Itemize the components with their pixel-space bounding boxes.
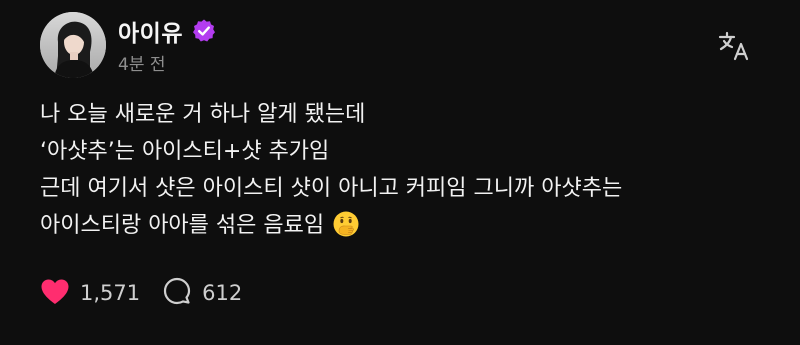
author-row: 아이유	[118, 14, 217, 48]
author-name[interactable]: 아이유	[118, 14, 183, 48]
post-actions: 1,571 612	[40, 276, 242, 310]
content-line: 나 오늘 새로운 거 하나 알게 됐는데	[40, 102, 366, 127]
content-line: 근데 여기서 샷은 아이스티 샷이 아니고 커피임 그니까 아샷추는	[40, 176, 623, 201]
post-card: 아이유 4분 전 나 오늘 새로운 거 하나 알게 됐는데 ‘아샷추’는 아이스…	[0, 0, 800, 345]
content-line: ‘아샷추’는 아이스티+샷 추가임	[40, 139, 330, 164]
comment-count: 612	[202, 281, 243, 305]
avatar-image	[40, 12, 106, 78]
content-line-with-emoji: 아이스티랑 아아를 섞은 음료임	[40, 207, 760, 244]
post-timestamp: 4분 전	[118, 55, 166, 75]
post-content: 나 오늘 새로운 거 하나 알게 됐는데 ‘아샷추’는 아이스티+샷 추가임 근…	[40, 96, 760, 244]
translate-button[interactable]	[716, 28, 752, 64]
avatar[interactable]	[40, 12, 106, 78]
comment-icon	[162, 276, 192, 310]
like-count: 1,571	[80, 281, 141, 305]
translate-icon	[718, 31, 749, 61]
comment-button[interactable]: 612	[162, 276, 242, 310]
face-with-hand-over-mouth-icon	[332, 210, 360, 238]
heart-icon	[40, 278, 70, 309]
content-line-text: 아이스티랑 아아를 섞은 음료임	[40, 213, 325, 238]
verified-badge-icon	[191, 18, 217, 44]
like-button[interactable]: 1,571	[40, 278, 140, 309]
